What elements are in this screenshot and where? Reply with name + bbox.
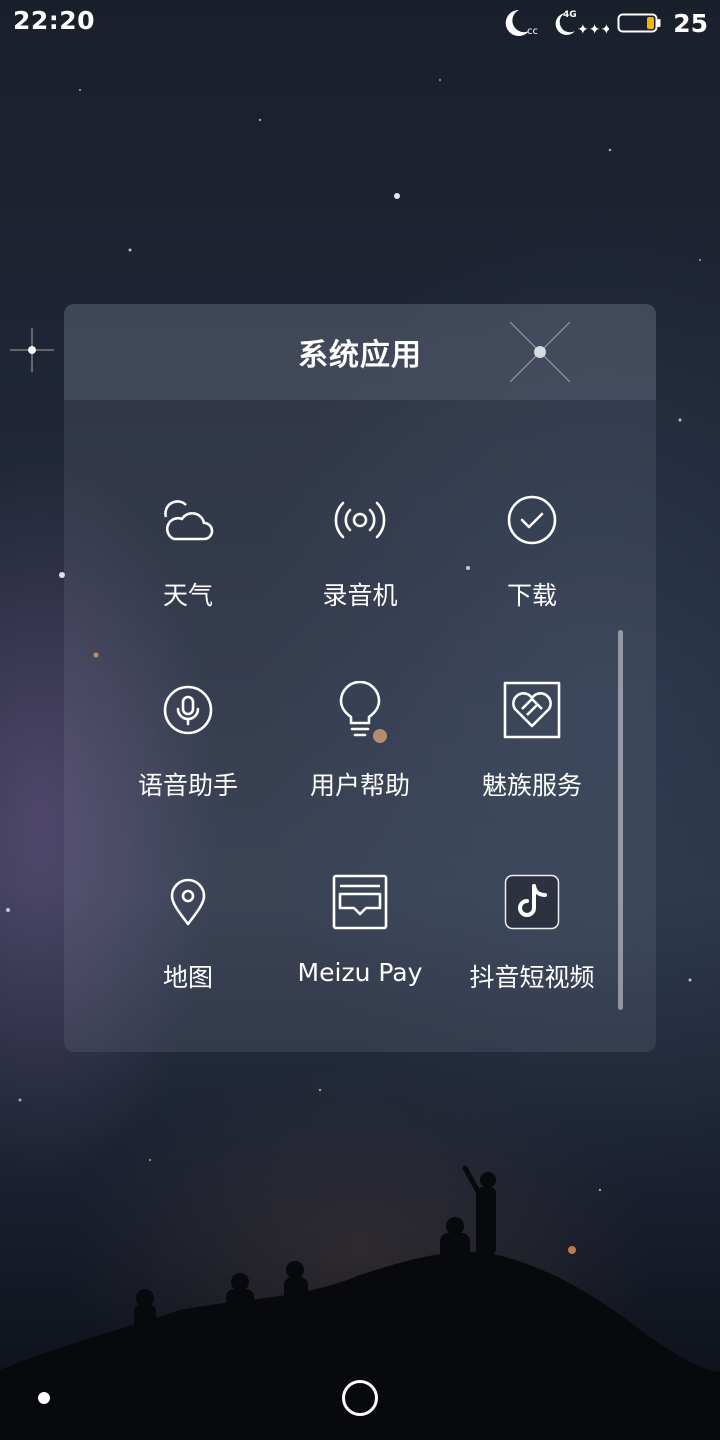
app-download[interactable]: 下载 (446, 490, 618, 640)
app-label: 录音机 (322, 581, 398, 610)
folder-header: 系统应用 (64, 304, 656, 400)
wallet-icon (330, 872, 390, 932)
app-tiktok[interactable]: 抖音短视频 (446, 872, 618, 1022)
app-label: 语音助手 (137, 771, 238, 800)
app-label: Meizu Pay (297, 958, 423, 987)
app-weather[interactable]: 天气 (102, 490, 274, 640)
app-recorder[interactable]: 录音机 (274, 490, 446, 640)
moon-icon: cc (501, 7, 545, 39)
home-circle-icon[interactable] (342, 1380, 378, 1416)
weather-icon (158, 490, 218, 550)
folder-scrollbar[interactable] (618, 630, 623, 1010)
folder-title[interactable]: 系统应用 (298, 330, 422, 374)
app-label: 魅族服务 (481, 771, 582, 800)
map-pin-icon (158, 872, 218, 932)
app-map[interactable]: 地图 (102, 872, 274, 1022)
recorder-icon (330, 490, 390, 550)
network-label: 4G (563, 10, 577, 20)
heart-icon (502, 680, 562, 740)
nav-bar (0, 1360, 720, 1440)
battery-level: 25 (673, 8, 708, 38)
status-time: 22:20 (13, 6, 96, 35)
app-meizu-pay[interactable]: Meizu Pay (274, 872, 446, 1022)
app-label: 用户帮助 (309, 771, 410, 800)
app-label: 下载 (506, 581, 557, 610)
svg-text:cc: cc (527, 26, 538, 37)
nav-dot-icon[interactable] (38, 1392, 50, 1404)
lightbulb-icon (330, 680, 390, 740)
app-label: 天气 (162, 581, 213, 610)
app-user-help[interactable]: 用户帮助 (274, 680, 446, 830)
app-label: 抖音短视频 (469, 963, 595, 992)
app-meizu-service[interactable]: 魅族服务 (446, 680, 618, 830)
download-icon (502, 490, 562, 550)
status-bar: 22:20 cc 4G ✦✦✦ 25 (0, 0, 720, 46)
status-icons: cc 4G ✦✦✦ 25 (501, 5, 708, 41)
app-label: 地图 (162, 963, 213, 992)
svg-text:✦✦✦: ✦✦✦ (577, 22, 609, 38)
battery-icon (617, 11, 661, 35)
microphone-icon (158, 680, 218, 740)
tiktok-icon (502, 872, 562, 932)
app-voice-assistant[interactable]: 语音助手 (102, 680, 274, 830)
app-folder: 系统应用 天气 录音机 下载 语音助手 用户帮助 魅族服务 地图 Meizu P… (64, 304, 656, 1052)
moon-network-icon: 4G ✦✦✦ (553, 7, 609, 39)
